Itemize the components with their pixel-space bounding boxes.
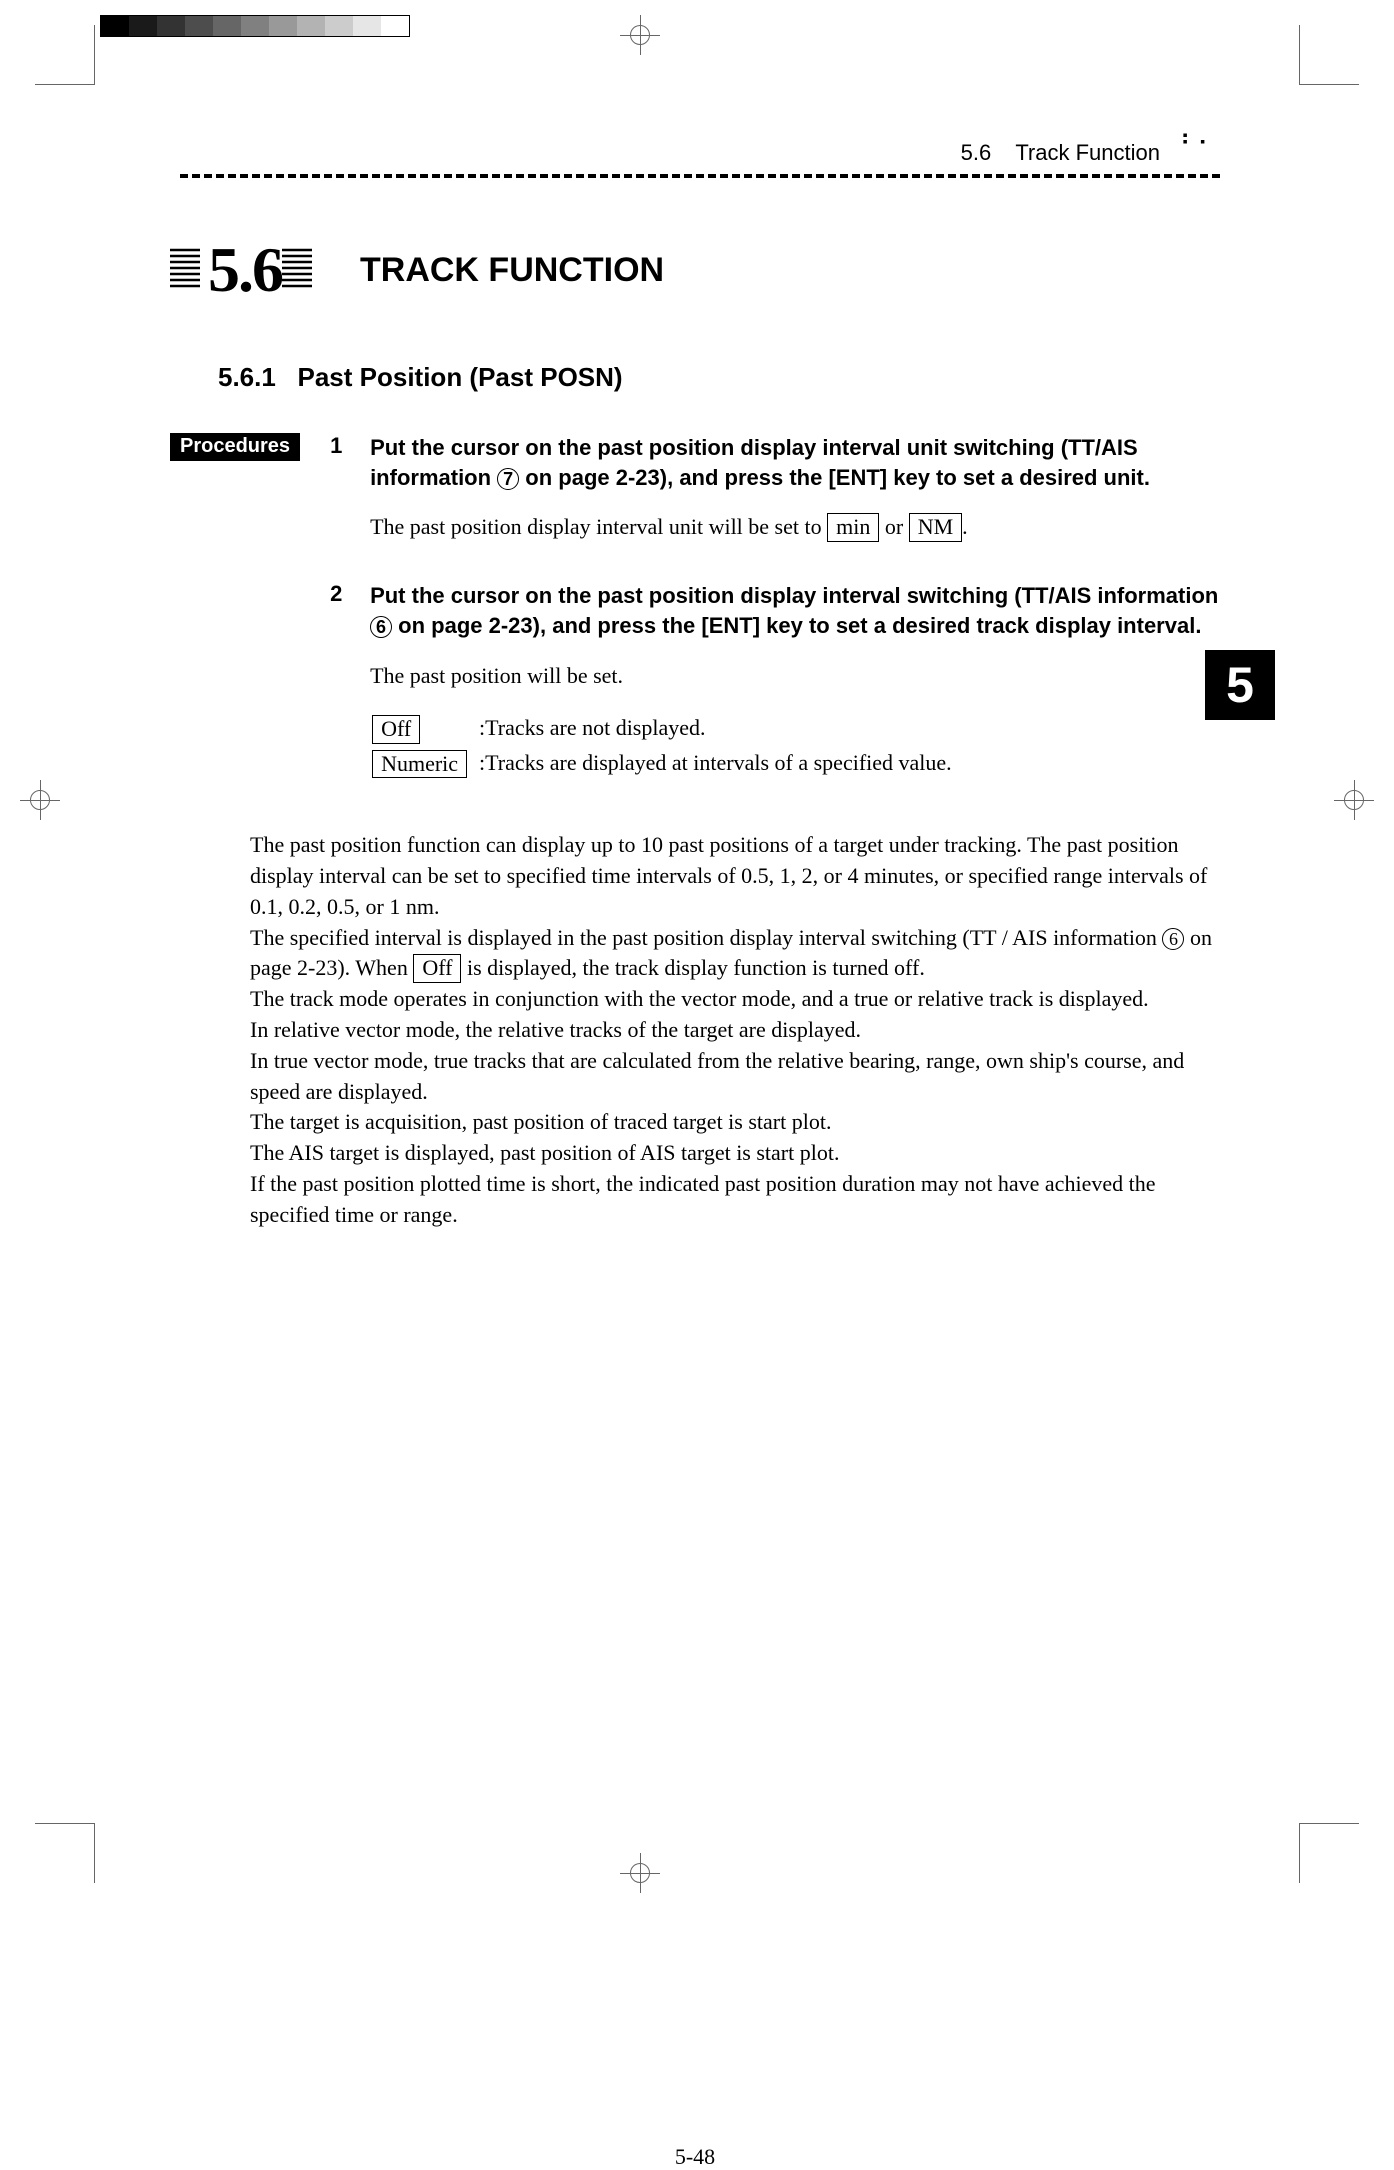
dashed-divider: [180, 174, 1220, 178]
registration-mark-icon: [20, 780, 60, 820]
section-title-text: TRACK FUNCTION: [360, 251, 664, 290]
option-description: :Tracks are not displayed.: [479, 713, 962, 745]
paragraph: If the past position plotted time is sho…: [250, 1169, 1220, 1231]
paragraph: In relative vector mode, the relative tr…: [250, 1015, 1220, 1046]
step-number: 2: [330, 581, 370, 782]
paragraph: The track mode operates in conjunction w…: [250, 984, 1220, 1015]
page-header: 5.6 Track Function ⠃⠂: [170, 140, 1220, 178]
paragraph: The past position function can display u…: [250, 830, 1220, 922]
key-min-label: min: [827, 513, 879, 541]
step-number: 1: [330, 433, 370, 563]
stripe-decor-icon: [170, 246, 200, 295]
body-text: The past position function can display u…: [250, 830, 1220, 1230]
paragraph: The AIS target is displayed, past positi…: [250, 1138, 1220, 1169]
section-title: 5.6 TRACK FUNCTION: [170, 233, 1220, 307]
section-number: 5.6: [208, 233, 282, 307]
options-table: Off :Tracks are not displayed. Numeric :…: [370, 711, 964, 782]
dots-icon: ⠃⠂: [1180, 140, 1215, 150]
circled-number-icon: 7: [497, 468, 519, 490]
key-numeric-label: Numeric: [372, 750, 467, 778]
circled-number-icon: 6: [1162, 928, 1184, 950]
step-detail: The past position display interval unit …: [370, 512, 1220, 543]
paragraph: In true vector mode, true tracks that ar…: [250, 1046, 1220, 1108]
key-off-label: Off: [372, 715, 420, 743]
crop-mark-icon: [35, 25, 95, 85]
registration-mark-icon: [1334, 780, 1374, 820]
crop-mark-icon: [1299, 1823, 1359, 1883]
step-instruction: Put the cursor on the past position disp…: [370, 433, 1220, 492]
stripe-decor-icon: [282, 246, 312, 295]
procedure-step-1: 1 Put the cursor on the past position di…: [330, 433, 1220, 563]
circled-number-icon: 6: [370, 616, 392, 638]
header-section-name: Track Function: [1015, 140, 1160, 165]
key-off-label: Off: [413, 954, 461, 982]
procedure-step-2: 2 Put the cursor on the past position di…: [330, 581, 1220, 782]
chapter-tab: 5: [1205, 650, 1275, 720]
option-description: :Tracks are displayed at intervals of a …: [479, 748, 962, 780]
paragraph: The specified interval is displayed in t…: [250, 923, 1220, 985]
registration-mark-icon: [620, 1853, 660, 1893]
option-row: Off :Tracks are not displayed.: [372, 713, 962, 745]
subsection-title: 5.6.1 Past Position (Past POSN): [218, 362, 1220, 393]
key-nm-label: NM: [909, 513, 962, 541]
option-row: Numeric :Tracks are displayed at interva…: [372, 748, 962, 780]
page-number: 5-48: [170, 2144, 1220, 2170]
registration-mark-icon: [620, 15, 660, 55]
paragraph: The target is acquisition, past position…: [250, 1107, 1220, 1138]
header-section-ref: 5.6: [961, 140, 992, 165]
step-instruction: Put the cursor on the past position disp…: [370, 581, 1220, 640]
crop-mark-icon: [35, 1823, 95, 1883]
crop-mark-icon: [1299, 25, 1359, 85]
procedures-label: Procedures: [170, 433, 300, 461]
step-detail: The past position will be set.: [370, 661, 1220, 692]
grayscale-calibration-bar: [100, 15, 410, 37]
